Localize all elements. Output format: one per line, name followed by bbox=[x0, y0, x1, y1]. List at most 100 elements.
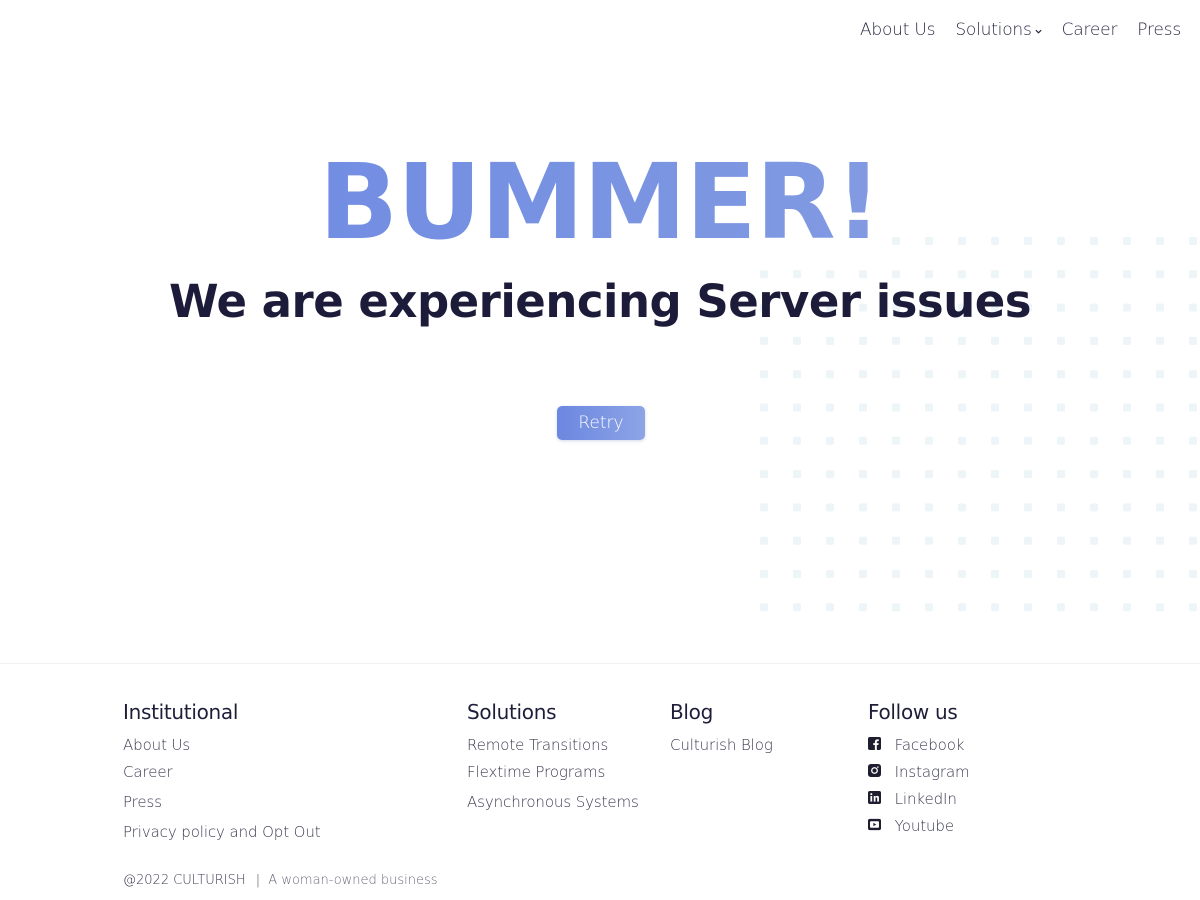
dot bbox=[1189, 603, 1197, 612]
footer-link-career[interactable]: Career bbox=[123, 763, 173, 781]
dot bbox=[925, 603, 933, 612]
dot bbox=[892, 536, 900, 545]
dot bbox=[760, 603, 768, 612]
dot bbox=[958, 536, 966, 545]
dot bbox=[1123, 603, 1131, 612]
dot bbox=[1057, 570, 1065, 578]
footer-link-youtube[interactable]: Youtube bbox=[868, 817, 954, 835]
chevron-down-icon bbox=[1035, 29, 1042, 34]
footer-link-instagram[interactable]: Instagram bbox=[868, 763, 970, 781]
dot bbox=[1057, 503, 1065, 512]
dot bbox=[958, 570, 966, 578]
copyright-text: @2022 CULTURISH bbox=[123, 873, 246, 888]
dot bbox=[1156, 536, 1164, 545]
dot bbox=[958, 403, 966, 412]
dot bbox=[925, 436, 933, 445]
dot bbox=[793, 503, 801, 512]
dot bbox=[1189, 336, 1197, 345]
dot bbox=[1123, 436, 1131, 445]
dot bbox=[1090, 503, 1098, 512]
nav-about-us[interactable]: About Us bbox=[860, 20, 936, 40]
dot bbox=[925, 536, 933, 545]
dot bbox=[826, 603, 834, 612]
dot bbox=[793, 336, 801, 345]
footer-heading-follow-us: Follow us bbox=[868, 700, 958, 724]
dot bbox=[760, 470, 768, 479]
dot bbox=[859, 370, 867, 379]
nav-career[interactable]: Career bbox=[1062, 20, 1118, 40]
dot bbox=[859, 436, 867, 445]
dot bbox=[1057, 536, 1065, 545]
dot bbox=[1189, 370, 1197, 379]
dot bbox=[859, 536, 867, 545]
dot bbox=[892, 370, 900, 379]
dot bbox=[826, 370, 834, 379]
dot bbox=[1057, 603, 1065, 612]
dot bbox=[1156, 603, 1164, 612]
dot bbox=[793, 370, 801, 379]
footer-column-solutions: Solutions Remote Transitions Flextime Pr… bbox=[467, 700, 639, 811]
linkedin-icon bbox=[868, 791, 881, 804]
dot bbox=[760, 536, 768, 545]
dot bbox=[958, 370, 966, 379]
nav-press[interactable]: Press bbox=[1137, 20, 1181, 40]
dot bbox=[892, 603, 900, 612]
dot bbox=[1123, 536, 1131, 545]
footer-column-blog: Blog Culturish Blog bbox=[670, 700, 773, 754]
linkedin-label: LinkedIn bbox=[894, 790, 957, 808]
dot bbox=[1123, 570, 1131, 578]
dot bbox=[1123, 336, 1131, 345]
dot bbox=[1156, 503, 1164, 512]
footer-link-asynchronous-systems[interactable]: Asynchronous Systems bbox=[467, 793, 639, 811]
top-nav: About Us Solutions Career Press bbox=[840, 20, 1181, 40]
dot bbox=[1024, 370, 1032, 379]
dot bbox=[958, 503, 966, 512]
dot bbox=[760, 503, 768, 512]
dot bbox=[1090, 403, 1098, 412]
dot bbox=[1090, 336, 1098, 345]
footer-heading-solutions: Solutions bbox=[467, 700, 557, 724]
footer-link-facebook[interactable]: Facebook bbox=[868, 736, 964, 754]
retry-button[interactable]: Retry bbox=[557, 406, 645, 440]
facebook-icon bbox=[868, 737, 881, 750]
footer-link-culturish-blog[interactable]: Culturish Blog bbox=[670, 736, 773, 754]
dot bbox=[1189, 470, 1197, 479]
dot bbox=[892, 336, 900, 345]
instagram-label: Instagram bbox=[894, 763, 970, 781]
dot bbox=[1090, 570, 1098, 578]
footer-link-about-us[interactable]: About Us bbox=[123, 736, 190, 754]
dot bbox=[1123, 503, 1131, 512]
dot bbox=[793, 570, 801, 578]
dot bbox=[1024, 603, 1032, 612]
dot bbox=[925, 570, 933, 578]
dot bbox=[892, 570, 900, 578]
dot bbox=[793, 536, 801, 545]
footer-link-press[interactable]: Press bbox=[123, 793, 162, 811]
dot bbox=[892, 470, 900, 479]
dot bbox=[892, 436, 900, 445]
footer-link-privacy[interactable]: Privacy policy and Opt Out bbox=[123, 823, 321, 841]
footer-link-remote-transitions[interactable]: Remote Transitions bbox=[467, 736, 608, 754]
error-message: We are experiencing Server issues bbox=[168, 275, 1032, 328]
dot bbox=[925, 470, 933, 479]
dot bbox=[991, 503, 999, 512]
dot bbox=[826, 503, 834, 512]
dot bbox=[1090, 603, 1098, 612]
dot bbox=[1057, 403, 1065, 412]
dot bbox=[991, 470, 999, 479]
page-title: BUMMER! bbox=[0, 147, 1200, 257]
dot bbox=[1057, 436, 1065, 445]
dot bbox=[1090, 436, 1098, 445]
footer-link-flextime-programs[interactable]: Flextime Programs bbox=[467, 763, 605, 781]
dot bbox=[760, 436, 768, 445]
nav-solutions[interactable]: Solutions bbox=[955, 20, 1042, 40]
dot bbox=[1189, 536, 1197, 545]
dot bbox=[1024, 570, 1032, 578]
footer-link-linkedin[interactable]: LinkedIn bbox=[868, 790, 957, 808]
dot bbox=[1057, 370, 1065, 379]
dot bbox=[1090, 536, 1098, 545]
nav-solutions-label: Solutions bbox=[955, 20, 1032, 40]
dot bbox=[1156, 336, 1164, 345]
dot bbox=[925, 370, 933, 379]
dot bbox=[1123, 470, 1131, 479]
